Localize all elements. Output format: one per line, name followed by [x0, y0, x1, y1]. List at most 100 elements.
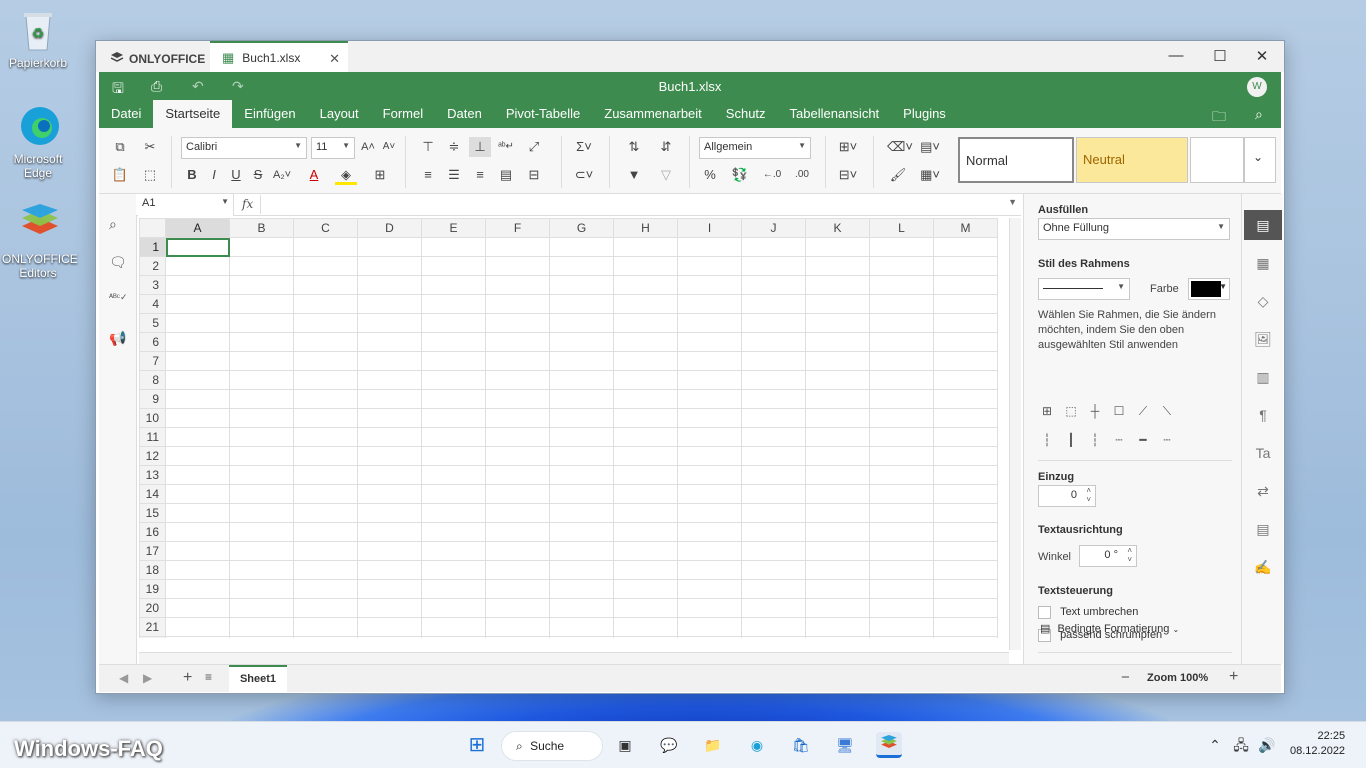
cell[interactable] [805, 598, 870, 618]
paste-icon[interactable]: 📋 [109, 165, 131, 185]
cell[interactable] [613, 484, 678, 504]
cell[interactable] [933, 560, 998, 580]
row-header[interactable]: 12 [139, 446, 166, 466]
cell[interactable] [549, 446, 614, 466]
start-icon[interactable]: ⊞ [464, 732, 490, 758]
cell[interactable] [869, 237, 934, 257]
cell[interactable] [421, 313, 486, 333]
cell[interactable] [805, 560, 870, 580]
column-header[interactable]: F [485, 218, 550, 238]
subscript-icon[interactable]: A₂˅ [271, 165, 293, 185]
menu-einfuegen[interactable]: Einfügen [232, 100, 307, 128]
cell[interactable] [485, 541, 550, 561]
add-sheet-icon[interactable]: + [183, 669, 192, 687]
align-top-icon[interactable]: ⊤ [417, 137, 439, 157]
align-left-icon[interactable]: ≡ [417, 165, 439, 185]
cell[interactable] [357, 484, 422, 504]
cell[interactable] [677, 313, 742, 333]
search-icon[interactable]: ⌕ [109, 216, 117, 233]
underline-icon[interactable]: U [225, 165, 247, 185]
cell[interactable] [869, 294, 934, 314]
cell[interactable] [741, 484, 806, 504]
cell[interactable] [549, 427, 614, 447]
cell[interactable] [357, 256, 422, 276]
cell[interactable] [357, 503, 422, 523]
cell[interactable] [293, 370, 358, 390]
wrap-text-icon[interactable]: ᵃᵇ↵ [495, 137, 517, 157]
cell[interactable] [485, 332, 550, 352]
scroll-right-icon[interactable]: ▶ [143, 671, 152, 685]
font-size-select[interactable]: 11 ▼ [311, 137, 355, 159]
cell[interactable] [741, 370, 806, 390]
cell[interactable] [933, 503, 998, 523]
image-settings-icon[interactable]: 🖼 [1252, 328, 1274, 350]
cell[interactable] [229, 408, 294, 428]
cell[interactable] [421, 370, 486, 390]
cell[interactable] [613, 427, 678, 447]
cell[interactable] [677, 275, 742, 295]
cell[interactable] [421, 560, 486, 580]
cell[interactable] [421, 522, 486, 542]
cell[interactable] [485, 237, 550, 257]
signature-settings-icon[interactable]: ✍ [1252, 556, 1274, 578]
cell[interactable] [933, 446, 998, 466]
cell[interactable] [869, 484, 934, 504]
cell[interactable] [357, 389, 422, 409]
zoom-out-icon[interactable]: − [1121, 669, 1130, 686]
cell[interactable] [293, 427, 358, 447]
cell[interactable] [165, 560, 230, 580]
cell[interactable] [229, 332, 294, 352]
volume-icon[interactable]: 🔊 [1254, 732, 1280, 758]
cell[interactable] [357, 275, 422, 295]
row-header[interactable]: 4 [139, 294, 166, 314]
align-right-icon[interactable]: ≡ [469, 165, 491, 185]
cell[interactable] [613, 503, 678, 523]
cell[interactable] [421, 389, 486, 409]
cell[interactable] [293, 275, 358, 295]
cell[interactable] [485, 503, 550, 523]
cell[interactable] [229, 313, 294, 333]
cell[interactable] [549, 503, 614, 523]
cell[interactable] [805, 446, 870, 466]
row-header[interactable]: 8 [139, 370, 166, 390]
styles-more-button[interactable]: ⌄ [1244, 137, 1276, 183]
cell[interactable] [677, 503, 742, 523]
cell[interactable] [741, 332, 806, 352]
style-neutral[interactable]: Neutral [1076, 137, 1188, 183]
row-header[interactable]: 10 [139, 408, 166, 428]
cell[interactable] [421, 294, 486, 314]
border-option-icon[interactable]: ⟍ [1158, 404, 1176, 419]
justify-icon[interactable]: ▤ [495, 165, 517, 185]
font-name-select[interactable]: Calibri ▼ [181, 137, 307, 159]
cell[interactable] [677, 522, 742, 542]
cell[interactable] [869, 579, 934, 599]
cell[interactable] [741, 237, 806, 257]
row-header[interactable]: 9 [139, 389, 166, 409]
cell[interactable] [613, 313, 678, 333]
clear-icon[interactable]: ⌫˅ [887, 137, 913, 157]
cell[interactable] [421, 332, 486, 352]
cell[interactable] [549, 237, 614, 257]
cell[interactable] [677, 427, 742, 447]
column-header[interactable]: H [613, 218, 678, 238]
cell[interactable] [421, 256, 486, 276]
cell[interactable] [677, 484, 742, 504]
cell[interactable] [741, 351, 806, 371]
cell[interactable] [357, 522, 422, 542]
cell[interactable] [933, 237, 998, 257]
column-header[interactable]: J [741, 218, 806, 238]
cell[interactable] [485, 522, 550, 542]
cell[interactable] [805, 408, 870, 428]
decrease-font-icon[interactable]: A˅ [378, 137, 400, 157]
cell[interactable] [677, 389, 742, 409]
row-header[interactable]: 13 [139, 465, 166, 485]
cell[interactable] [485, 256, 550, 276]
cell[interactable] [165, 579, 230, 599]
cell[interactable] [677, 237, 742, 257]
cell[interactable] [677, 332, 742, 352]
fill-select[interactable]: Ohne Füllung ▼ [1038, 218, 1230, 240]
cell[interactable] [421, 579, 486, 599]
clear-filter-icon[interactable]: ▽ [655, 165, 677, 185]
cell[interactable] [229, 560, 294, 580]
cell[interactable] [293, 294, 358, 314]
